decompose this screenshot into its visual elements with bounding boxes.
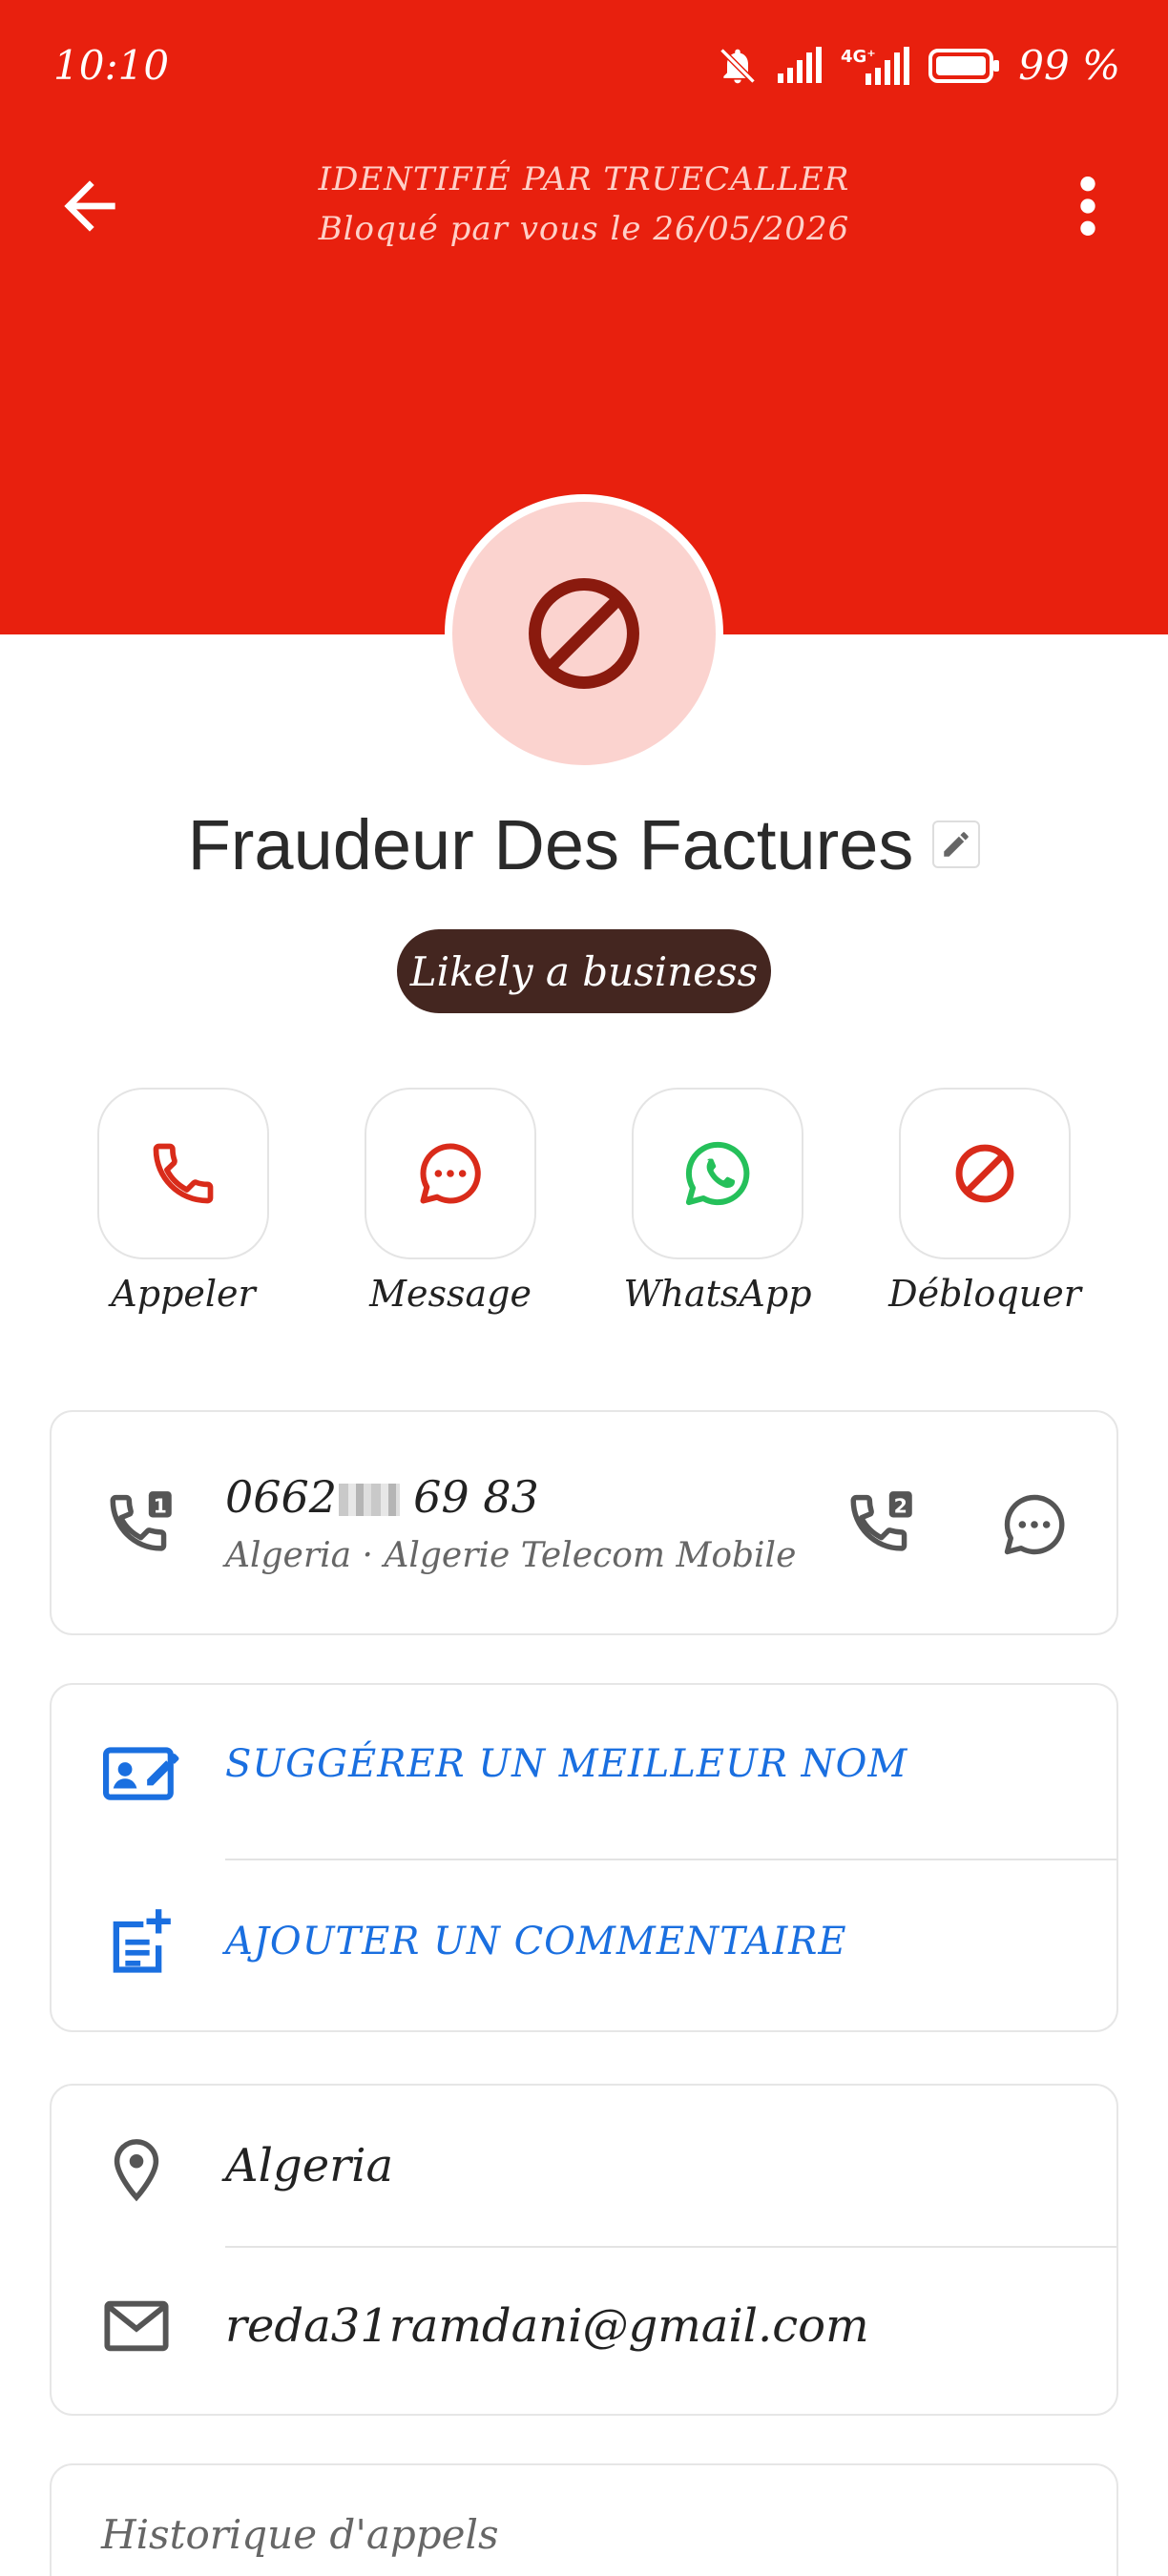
call-sim1-button[interactable]: 1 — [103, 1486, 181, 1568]
unblock-action[interactable]: Débloquer — [888, 1088, 1081, 1315]
call-action[interactable]: Appeler — [97, 1088, 269, 1315]
back-button[interactable] — [52, 168, 128, 244]
svg-text:1: 1 — [154, 1494, 167, 1517]
phone-carrier: Algeria · Algerie Telecom Mobile — [225, 1536, 797, 1575]
email-text[interactable]: reda31ramdani@gmail.com — [225, 2299, 869, 2353]
message-button[interactable] — [365, 1088, 536, 1259]
bell-muted-icon — [717, 45, 759, 87]
more-options-button[interactable] — [1059, 168, 1116, 244]
more-vertical-icon — [1080, 177, 1095, 236]
svg-text:4G⁺: 4G⁺ — [841, 47, 876, 67]
suggestion-card: SUGGÉRER UN MEILLEUR NOM AJOUTER UN COMM… — [50, 1683, 1118, 2032]
call-history-card: Historique d'appels — [50, 2463, 1118, 2576]
message-icon — [1004, 1494, 1065, 1555]
call-history-title: Historique d'appels — [101, 2511, 499, 2558]
whatsapp-label: WhatsApp — [623, 1273, 812, 1315]
message-label: Message — [369, 1273, 532, 1315]
whatsapp-button[interactable] — [632, 1088, 803, 1259]
whatsapp-action[interactable]: WhatsApp — [623, 1088, 812, 1315]
signal-4g-icon: 4G⁺ — [841, 45, 911, 87]
blocked-icon — [529, 578, 639, 689]
call-button[interactable] — [97, 1088, 269, 1259]
identified-by-label: IDENTIFIÉ PAR TRUECALLER — [318, 160, 850, 198]
signal-icon — [776, 46, 824, 85]
whatsapp-icon — [685, 1141, 750, 1206]
location-text: Algeria — [225, 2139, 394, 2192]
call-label: Appeler — [111, 1273, 256, 1315]
call-sim2-button[interactable]: 2 — [844, 1486, 922, 1568]
suggest-name-row[interactable]: SUGGÉRER UN MEILLEUR NOM — [52, 1685, 1120, 1857]
avatar — [445, 494, 723, 773]
business-badge: Likely a business — [397, 929, 771, 1013]
quick-actions: Appeler Message WhatsApp Débloquer — [0, 1088, 1168, 1317]
unblock-button[interactable] — [899, 1088, 1071, 1259]
mail-icon — [103, 2297, 170, 2358]
phone-icon — [153, 1143, 214, 1204]
unblock-label: Débloquer — [888, 1273, 1081, 1315]
location-pin-icon — [103, 2133, 170, 2210]
blocked-date-label: Bloqué par vous le 26/05/2026 — [318, 210, 850, 248]
phone-number-card[interactable]: 1 0662 69 83 Algeria · Algerie Telecom Mo… — [50, 1410, 1118, 1635]
battery-percent: 99 % — [1018, 42, 1120, 89]
redacted-digits — [339, 1484, 401, 1516]
phone-sim2-icon: 2 — [850, 1491, 912, 1551]
phone-number-start: 0662 — [225, 1471, 338, 1523]
suggest-name-label: SUGGÉRER UN MEILLEUR NOM — [225, 1742, 908, 1786]
header-caption: IDENTIFIÉ PAR TRUECALLER Bloqué par vous… — [191, 155, 977, 254]
contact-name: Fraudeur Des Factures — [187, 804, 914, 884]
unblock-icon — [955, 1144, 1014, 1203]
battery-icon — [928, 47, 1001, 85]
add-comment-row[interactable]: AJOUTER UN COMMENTAIRE — [52, 1860, 1120, 2032]
phone-number: 0662 69 83 — [225, 1471, 539, 1523]
phone-sim1-icon: 1 — [110, 1491, 172, 1551]
phone-number-end: 69 83 — [413, 1471, 539, 1523]
message-action[interactable]: Message — [365, 1088, 536, 1315]
email-row[interactable]: reda31ramdani@gmail.com — [52, 2248, 1120, 2420]
contact-info-card: Algeria reda31ramdani@gmail.com — [50, 2084, 1118, 2416]
arrow-left-icon — [64, 180, 115, 232]
add-comment-label: AJOUTER UN COMMENTAIRE — [225, 1920, 847, 1963]
edit-contact-icon — [103, 1736, 179, 1809]
contact-name-row: Fraudeur Des Factures — [0, 801, 1168, 887]
sms-button[interactable] — [998, 1488, 1071, 1565]
status-bar: 10:10 4G⁺ 99 % — [0, 0, 1168, 134]
status-time: 10:10 — [53, 42, 170, 89]
location-row: Algeria — [52, 2086, 1120, 2257]
svg-text:2: 2 — [894, 1494, 907, 1517]
pencil-icon — [944, 832, 970, 857]
edit-name-button[interactable] — [932, 821, 981, 868]
message-icon — [420, 1143, 481, 1204]
add-note-icon — [103, 1906, 172, 1983]
status-icons: 4G⁺ 99 % — [717, 42, 1120, 89]
